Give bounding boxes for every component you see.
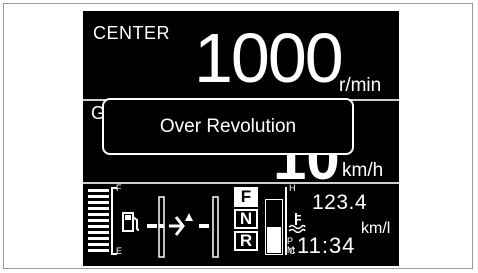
temp-hot-label: H (289, 183, 296, 193)
instrument-display: CENTER 1000 r/min G 10 km/h Over Revolut… (83, 11, 399, 266)
fuel-level-bar (88, 201, 109, 204)
temperature-level-fill (267, 227, 281, 253)
fuel-economy-unit: km/l (361, 220, 391, 237)
fuel-empty-label: E (116, 246, 123, 256)
fuel-level-bar (88, 249, 109, 252)
fuel-scale-line (111, 187, 113, 255)
clock-time: 11:34 (297, 233, 356, 258)
fuel-level-bar (88, 213, 109, 216)
fuel-level-bar (88, 237, 109, 240)
fuel-level-bar (88, 231, 109, 234)
shuttle-direction-icon (147, 196, 219, 258)
fuel-level-bar (88, 189, 109, 192)
gear-forward: F (234, 187, 258, 207)
display-mode-label: CENTER (93, 23, 171, 43)
fuel-economy-value: 123.4 (312, 191, 368, 214)
gear-neutral: N (234, 209, 258, 229)
fuel-level-bar (88, 207, 109, 210)
engine-rpm-unit: r/min (339, 75, 382, 96)
fuel-level-bar (88, 219, 109, 222)
divider-bottom (83, 182, 399, 184)
vehicle-speed-unit: km/h (342, 160, 384, 181)
gear-reverse: R (234, 231, 258, 251)
fuel-level-bar (88, 195, 109, 198)
clock-m-label: M (287, 245, 295, 255)
fuel-full-label: F (116, 183, 122, 193)
fuel-level-bar (88, 225, 109, 228)
fuel-level-bar (88, 243, 109, 246)
fuel-pump-icon (122, 212, 140, 232)
warning-popup: Over Revolution (102, 98, 354, 155)
warning-popup-message: Over Revolution (159, 115, 297, 137)
clock-meridiem-indicator: P M (287, 237, 297, 255)
coolant-temperature-icon (288, 213, 306, 233)
engine-rpm-value: 1000 (194, 19, 344, 97)
